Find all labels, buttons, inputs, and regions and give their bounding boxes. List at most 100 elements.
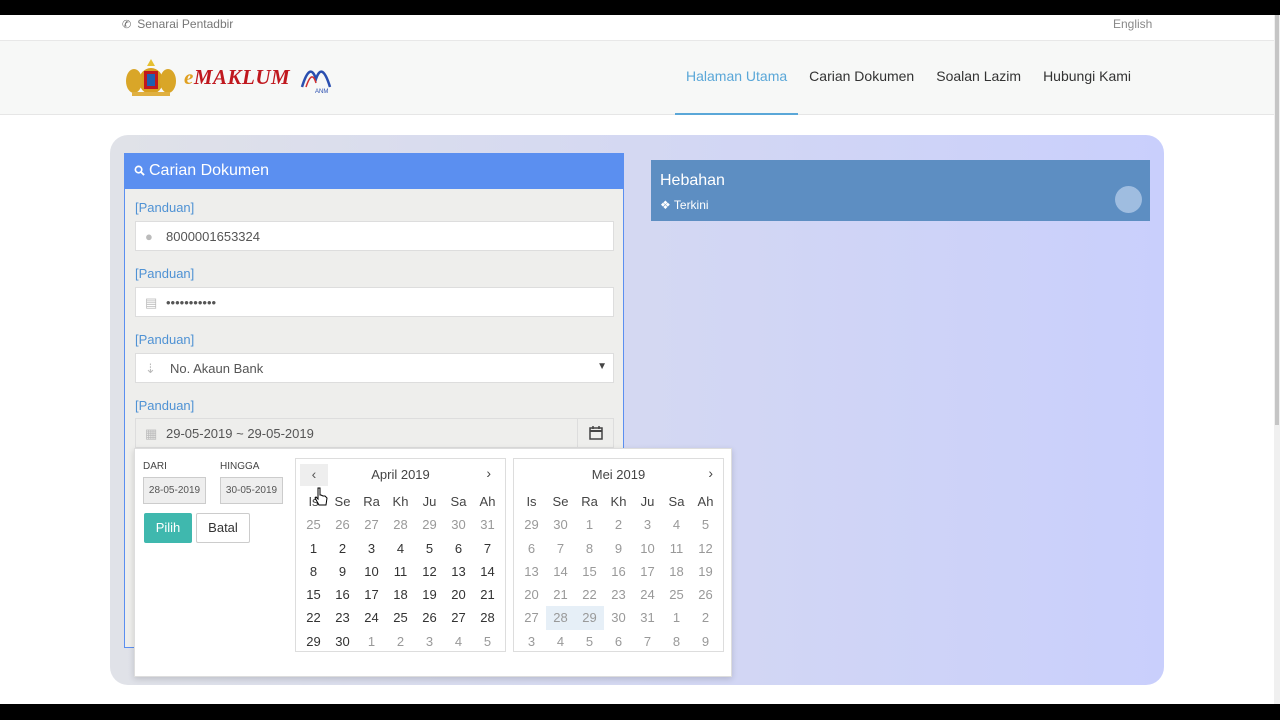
calendar-day[interactable]: 21 (473, 583, 502, 606)
calendar-day[interactable]: 22 (299, 606, 328, 629)
nav-item-contact[interactable]: Hubungi Kami (1032, 41, 1142, 115)
next-month-button[interactable]: › (708, 465, 713, 481)
calendar-day[interactable]: 6 (604, 630, 633, 653)
calendar-day[interactable]: 10 (633, 537, 662, 560)
to-date-input[interactable]: 30-05-2019 (220, 477, 283, 504)
calendar-day[interactable]: 14 (546, 560, 575, 583)
page-scrollbar[interactable] (1274, 15, 1280, 704)
nav-item-faq[interactable]: Soalan Lazim (925, 41, 1032, 115)
calendar-day[interactable]: 8 (299, 560, 328, 583)
guide-link-4[interactable]: [Panduan] (135, 398, 194, 413)
calendar-day[interactable]: 16 (328, 583, 357, 606)
calendar-day[interactable]: 8 (575, 537, 604, 560)
calendar-day[interactable]: 30 (328, 630, 357, 653)
calendar-day[interactable]: 10 (357, 560, 386, 583)
calendar-day[interactable]: 27 (444, 606, 473, 629)
id-number-field[interactable]: ● 8000001653324 (135, 221, 614, 251)
calendar-day[interactable]: 17 (357, 583, 386, 606)
calendar-day[interactable]: 5 (691, 513, 720, 536)
guide-link-1[interactable]: [Panduan] (135, 200, 194, 215)
site-logo[interactable]: eMAKLUM ANM (124, 55, 334, 99)
calendar-day[interactable]: 12 (691, 537, 720, 560)
calendar-day[interactable]: 5 (473, 630, 502, 653)
date-range-field[interactable]: ▦ 29-05-2019 ~ 29-05-2019 (135, 418, 614, 448)
scrollbar-thumb[interactable] (1275, 15, 1279, 425)
calendar-day[interactable]: 5 (575, 630, 604, 653)
calendar-day[interactable]: 4 (546, 630, 575, 653)
calendar-day[interactable]: 28 (386, 513, 415, 536)
calendar-day[interactable]: 11 (386, 560, 415, 583)
calendar-day[interactable]: 11 (662, 537, 691, 560)
guide-link-2[interactable]: [Panduan] (135, 266, 194, 281)
language-link[interactable]: English (1113, 17, 1152, 31)
calendar-day[interactable]: 26 (415, 606, 444, 629)
calendar-day[interactable]: 7 (546, 537, 575, 560)
calendar-day[interactable]: 22 (575, 583, 604, 606)
calendar-day[interactable]: 13 (444, 560, 473, 583)
calendar-day[interactable]: 3 (415, 630, 444, 653)
calendar-day[interactable]: 6 (517, 537, 546, 560)
calendar-day[interactable]: 31 (633, 606, 662, 629)
password-field[interactable]: ▤ ••••••••••• (135, 287, 614, 317)
calendar-day[interactable]: 26 (691, 583, 720, 606)
calendar-day[interactable]: 5 (415, 537, 444, 560)
calendar-day[interactable]: 15 (575, 560, 604, 583)
calendar-day[interactable]: 1 (575, 513, 604, 536)
calendar-day[interactable]: 30 (604, 606, 633, 629)
calendar-day[interactable]: 4 (386, 537, 415, 560)
calendar-day[interactable]: 31 (473, 513, 502, 536)
admin-list-link[interactable]: ✆ Senarai Pentadbir (122, 17, 233, 31)
calendar-day[interactable]: 18 (662, 560, 691, 583)
calendar-day[interactable]: 27 (357, 513, 386, 536)
calendar-day[interactable]: 9 (604, 537, 633, 560)
calendar-day[interactable]: 4 (662, 513, 691, 536)
calendar-day[interactable]: 25 (299, 513, 328, 536)
calendar-day[interactable]: 23 (604, 583, 633, 606)
calendar-day[interactable]: 7 (633, 630, 662, 653)
calendar-day[interactable]: 23 (328, 606, 357, 629)
calendar-day[interactable]: 17 (633, 560, 662, 583)
calendar-day[interactable]: 16 (604, 560, 633, 583)
calendar-day[interactable]: 3 (633, 513, 662, 536)
guide-link-3[interactable]: [Panduan] (135, 332, 194, 347)
calendar-day[interactable]: 26 (328, 513, 357, 536)
calendar-day[interactable]: 8 (662, 630, 691, 653)
calendar-day[interactable]: 20 (444, 583, 473, 606)
calendar-day[interactable]: 2 (328, 537, 357, 560)
calendar-day[interactable]: 14 (473, 560, 502, 583)
document-type-select[interactable]: ⇣ No. Akaun Bank ▼ (135, 353, 614, 383)
calendar-day[interactable]: 12 (415, 560, 444, 583)
from-date-input[interactable]: 28-05-2019 (143, 477, 206, 504)
calendar-day[interactable]: 2 (691, 606, 720, 629)
calendar-day[interactable]: 15 (299, 583, 328, 606)
calendar-day[interactable]: 9 (328, 560, 357, 583)
calendar-day[interactable]: 21 (546, 583, 575, 606)
calendar-day[interactable]: 19 (691, 560, 720, 583)
calendar-day[interactable]: 20 (517, 583, 546, 606)
calendar-day[interactable]: 13 (517, 560, 546, 583)
calendar-day[interactable]: 29 (517, 513, 546, 536)
calendar-day[interactable]: 18 (386, 583, 415, 606)
calendar-day[interactable]: 7 (473, 537, 502, 560)
cancel-button[interactable]: Batal (196, 513, 250, 543)
calendar-day[interactable]: 1 (357, 630, 386, 653)
calendar-day[interactable]: 28 (546, 606, 575, 630)
calendar-day[interactable]: 19 (415, 583, 444, 606)
calendar-day[interactable]: 30 (546, 513, 575, 536)
calendar-day[interactable]: 1 (299, 537, 328, 560)
calendar-day[interactable]: 1 (662, 606, 691, 629)
calendar-day[interactable]: 4 (444, 630, 473, 653)
calendar-day[interactable]: 28 (473, 606, 502, 629)
calendar-day[interactable]: 27 (517, 606, 546, 629)
next-month-button-left[interactable]: › (486, 465, 491, 481)
calendar-day[interactable]: 2 (604, 513, 633, 536)
calendar-day[interactable]: 6 (444, 537, 473, 560)
calendar-day[interactable]: 29 (415, 513, 444, 536)
calendar-day[interactable]: 3 (357, 537, 386, 560)
calendar-day[interactable]: 29 (299, 630, 328, 653)
apply-button[interactable]: Pilih (144, 513, 192, 543)
calendar-day[interactable]: 25 (386, 606, 415, 629)
calendar-day[interactable]: 24 (357, 606, 386, 629)
calendar-day[interactable]: 30 (444, 513, 473, 536)
nav-item-home[interactable]: Halaman Utama (675, 41, 799, 115)
